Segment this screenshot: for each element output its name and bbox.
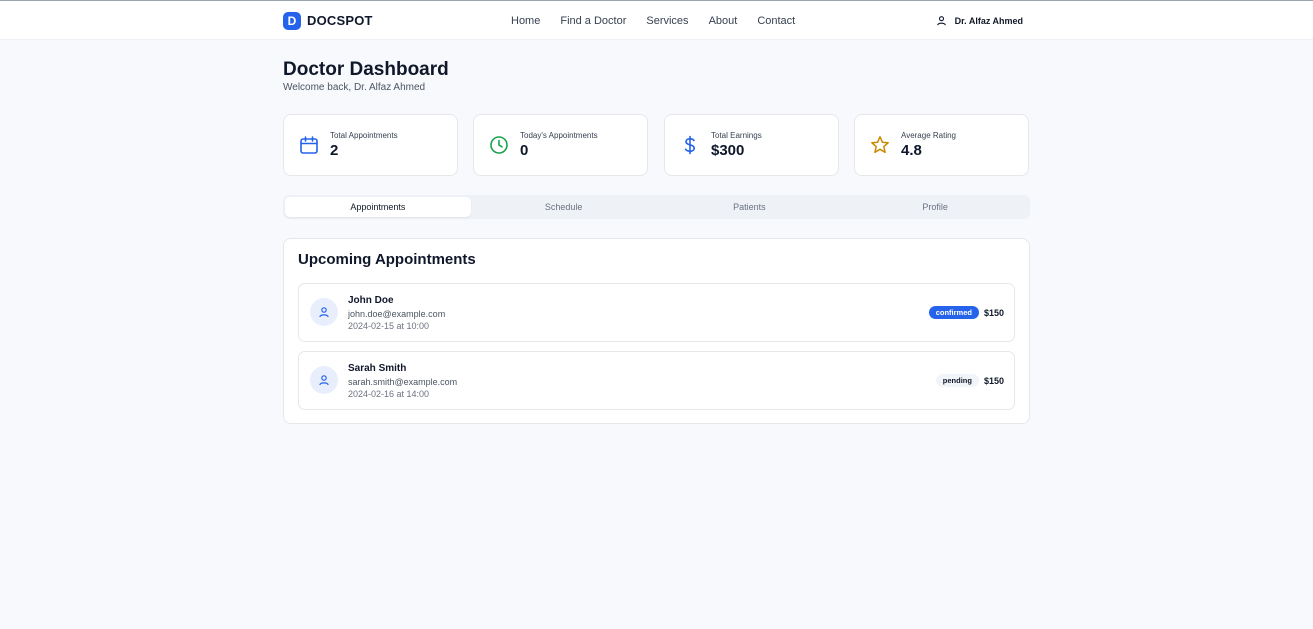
page-title: Doctor Dashboard [283, 59, 449, 80]
nav-link-services[interactable]: Services [646, 15, 688, 27]
patient-email: sarah.smith@example.com [348, 377, 458, 387]
stats-row: Total Appointments 2 Today's Appointment… [283, 114, 1030, 176]
appointment-meta: pending $150 [935, 352, 1004, 409]
status-badge: confirmed [928, 306, 979, 319]
star-icon [871, 136, 889, 154]
stat-label: Total Appointments [330, 130, 398, 140]
stat-card-total-appointments: Total Appointments 2 [283, 114, 458, 176]
dashboard-tabs: Appointments Schedule Patients Profile [283, 195, 1030, 219]
stat-value: 4.8 [901, 141, 922, 159]
avatar [310, 366, 338, 394]
clock-icon [490, 136, 508, 154]
stat-label: Average Rating [901, 130, 956, 140]
tab-profile[interactable]: Profile [842, 197, 1028, 217]
stat-card-todays-appointments: Today's Appointments 0 [473, 114, 648, 176]
user-icon [936, 16, 946, 26]
appointment-datetime: 2024-02-15 at 10:00 [348, 321, 430, 331]
top-navbar: D DOCSPOT Home Find a Doctor Services Ab… [0, 0, 1313, 40]
stat-value: 2 [330, 141, 339, 159]
nav-link-about[interactable]: About [709, 15, 738, 27]
appointment-info: Sarah Smith sarah.smith@example.com 2024… [348, 363, 457, 400]
stat-card-average-rating: Average Rating 4.8 [854, 114, 1029, 176]
appointment-row[interactable]: John Doe john.doe@example.com 2024-02-15… [298, 283, 1015, 342]
panel-title: Upcoming Appointments [298, 251, 476, 268]
brand-name: DOCSPOT [307, 13, 373, 28]
appointment-datetime: 2024-02-16 at 14:00 [348, 389, 430, 399]
user-icon [319, 307, 329, 318]
user-menu[interactable]: Dr. Alfaz Ahmed [936, 1, 1023, 40]
calendar-icon [300, 136, 318, 154]
page-subtitle: Welcome back, Dr. Alfaz Ahmed [283, 82, 426, 93]
dollar-icon [684, 135, 696, 155]
stat-value: 0 [520, 141, 529, 159]
stat-card-total-earnings: Total Earnings $300 [664, 114, 839, 176]
appointment-info: John Doe john.doe@example.com 2024-02-15… [348, 295, 445, 332]
tab-schedule[interactable]: Schedule [471, 197, 657, 217]
stat-value: $300 [711, 141, 745, 159]
main-nav: Home Find a Doctor Services About Contac… [511, 1, 795, 40]
brand-logo[interactable]: D DOCSPOT [283, 11, 373, 30]
appointment-price: $150 [983, 375, 1004, 386]
appointment-row[interactable]: Sarah Smith sarah.smith@example.com 2024… [298, 351, 1015, 410]
user-icon [319, 375, 329, 386]
nav-link-home[interactable]: Home [511, 15, 540, 27]
logo-badge-icon: D [283, 11, 301, 30]
appointment-price: $150 [983, 307, 1004, 318]
status-badge: pending [935, 374, 979, 387]
appointment-meta: confirmed $150 [928, 284, 1004, 341]
patient-name: Sarah Smith [348, 363, 407, 374]
nav-link-find-a-doctor[interactable]: Find a Doctor [560, 15, 626, 27]
avatar [310, 298, 338, 326]
nav-link-contact[interactable]: Contact [757, 15, 795, 27]
patient-email: john.doe@example.com [348, 309, 446, 319]
stat-label: Today's Appointments [520, 130, 598, 140]
patient-name: John Doe [348, 295, 394, 306]
tab-patients[interactable]: Patients [657, 197, 843, 217]
upcoming-appointments-panel: Upcoming Appointments John Doe john.doe@… [283, 238, 1030, 424]
tab-appointments[interactable]: Appointments [285, 197, 471, 217]
user-name: Dr. Alfaz Ahmed [954, 15, 1023, 26]
dashboard-main: Doctor Dashboard Welcome back, Dr. Alfaz… [283, 59, 1030, 424]
stat-label: Total Earnings [711, 130, 762, 140]
